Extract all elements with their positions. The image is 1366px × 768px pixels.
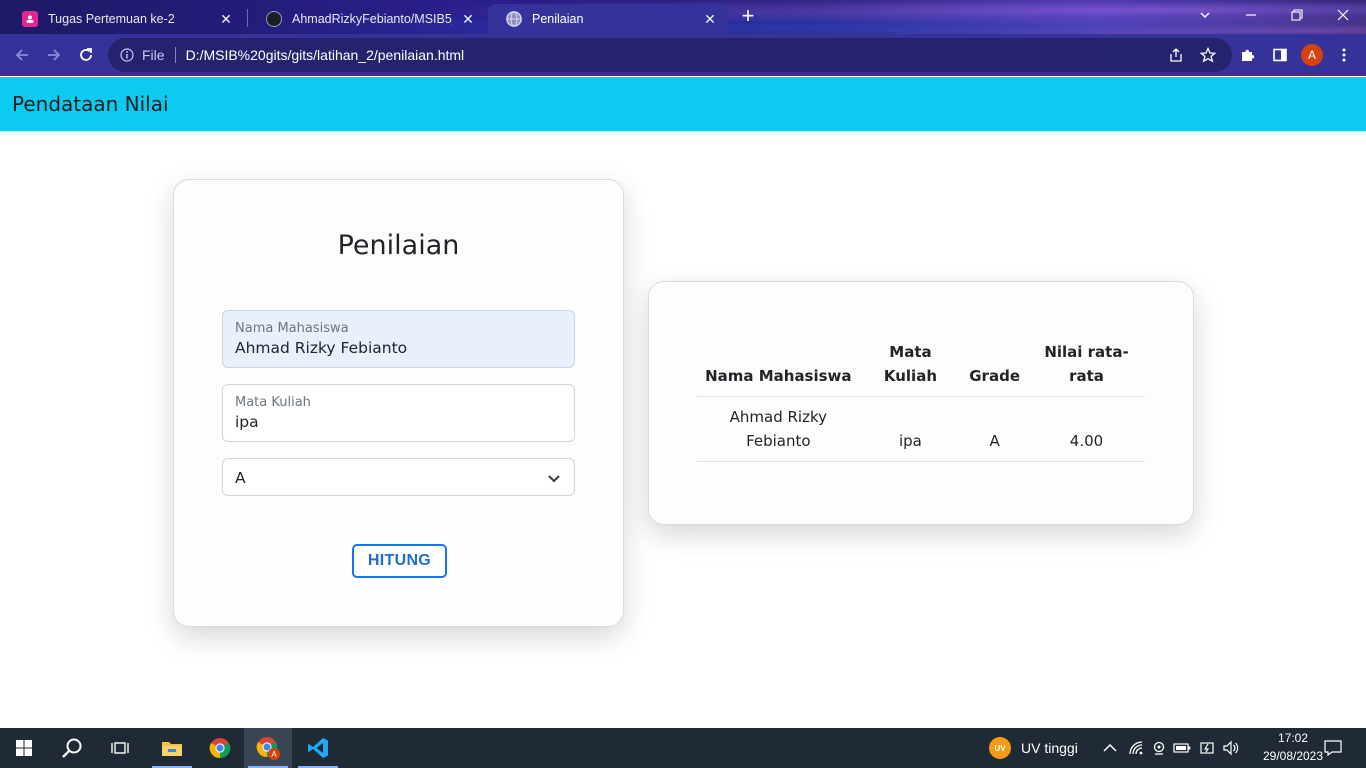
webcam-icon[interactable] — [1150, 738, 1168, 758]
wifi-icon[interactable] — [1127, 738, 1145, 758]
close-tab-icon[interactable]: ✕ — [702, 11, 718, 27]
globe-icon — [506, 11, 522, 27]
forward-arrow-icon[interactable] — [42, 43, 66, 67]
uv-weather-icon[interactable]: UV — [989, 737, 1011, 759]
table-header-row: Nama Mahasiswa Mata Kuliah Grade Nilai r… — [697, 334, 1145, 397]
new-tab-icon[interactable]: + — [737, 5, 759, 28]
nama-mahasiswa-field[interactable]: Nama Mahasiswa Ahmad Rizky Febianto — [222, 310, 575, 368]
cell-nama-mahasiswa: Ahmad Rizky Febianto — [697, 396, 860, 462]
tab-title: AhmadRizkyFebianto/MSIB5_Lati — [292, 12, 452, 26]
weather-text[interactable]: UV tinggi — [1021, 740, 1078, 756]
form-title: Penilaian — [337, 230, 460, 261]
result-card: Nama Mahasiswa Mata Kuliah Grade Nilai r… — [648, 281, 1194, 525]
side-panel-icon[interactable] — [1268, 43, 1292, 67]
minimize-icon[interactable] — [1228, 0, 1274, 30]
mata-kuliah-field[interactable]: Mata Kuliah ipa — [222, 384, 575, 442]
nama-mahasiswa-label: Nama Mahasiswa — [235, 321, 349, 336]
file-scheme-label: File — [142, 47, 165, 63]
back-arrow-icon[interactable] — [10, 43, 34, 67]
svg-text:A: A — [271, 750, 277, 759]
reload-icon[interactable] — [74, 43, 98, 67]
page-navbar: Pendataan Nilai — [0, 77, 1366, 131]
github-icon — [266, 11, 282, 27]
hitung-button[interactable]: HITUNG — [352, 544, 447, 578]
search-icon[interactable] — [48, 728, 96, 768]
info-icon[interactable] — [120, 48, 134, 62]
browser-toolbar: File D:/MSIB%20gits/gits/latihan_2/penil… — [0, 34, 1366, 76]
header-nilai-rata-rata: Nilai rata-rata — [1028, 334, 1145, 397]
notification-icon[interactable] — [1323, 738, 1343, 758]
tab-penilaian[interactable]: Penilaian ✕ — [488, 4, 728, 34]
header-nama-mahasiswa: Nama Mahasiswa — [697, 334, 860, 397]
clock-time[interactable]: 17:02 — [1265, 731, 1321, 745]
grade-select[interactable]: A — [222, 458, 575, 496]
table-row: Ahmad Rizky Febianto ipa A 4.00 — [697, 396, 1145, 462]
restore-icon[interactable] — [1274, 0, 1320, 30]
cell-nilai-rata-rata: 4.00 — [1028, 396, 1145, 462]
chevron-up-icon[interactable] — [1101, 738, 1119, 758]
mata-kuliah-value[interactable]: ipa — [235, 413, 259, 431]
header-grade: Grade — [961, 334, 1028, 397]
profile-avatar[interactable]: A — [1301, 44, 1323, 66]
navbar-brand[interactable]: Pendataan Nilai — [12, 92, 169, 116]
extensions-puzzle-icon[interactable] — [1236, 43, 1260, 67]
browser-tab-bar: Tugas Pertemuan ke-2 ✕ AhmadRizkyFebiant… — [0, 0, 1366, 34]
mata-kuliah-label: Mata Kuliah — [235, 395, 311, 410]
header-mata-kuliah: Mata Kuliah — [859, 334, 962, 397]
power-plugged-icon[interactable] — [1198, 738, 1216, 758]
address-url[interactable]: D:/MSIB%20gits/gits/latihan_2/penilaian.… — [186, 47, 465, 63]
tab-tugas-pertemuan[interactable]: Tugas Pertemuan ke-2 ✕ — [4, 4, 244, 34]
address-divider — [174, 47, 176, 63]
chevron-down-icon — [548, 475, 560, 483]
grade-selected-value: A — [235, 469, 246, 487]
close-tab-icon[interactable]: ✕ — [460, 11, 476, 27]
file-explorer-icon[interactable] — [148, 728, 196, 768]
address-bar[interactable]: File D:/MSIB%20gits/gits/latihan_2/penil… — [108, 38, 1232, 72]
classroom-icon — [22, 11, 38, 27]
cell-mata-kuliah: ipa — [859, 396, 962, 462]
volume-icon[interactable] — [1222, 738, 1240, 758]
result-table: Nama Mahasiswa Mata Kuliah Grade Nilai r… — [697, 334, 1145, 462]
chrome-icon[interactable] — [196, 728, 244, 768]
chrome-profile-icon[interactable]: A — [244, 728, 292, 768]
tab-search-chevron-icon[interactable] — [1182, 0, 1228, 30]
form-card: Penilaian Nama Mahasiswa Ahmad Rizky Feb… — [173, 179, 624, 627]
nama-mahasiswa-value[interactable]: Ahmad Rizky Febianto — [235, 339, 407, 357]
vscode-icon[interactable] — [294, 728, 342, 768]
share-icon[interactable] — [1164, 43, 1188, 67]
tab-title: Tugas Pertemuan ke-2 — [48, 12, 175, 26]
more-menu-icon[interactable] — [1332, 43, 1356, 67]
battery-icon[interactable] — [1173, 738, 1191, 758]
tab-github[interactable]: AhmadRizkyFebianto/MSIB5_Lati ✕ — [248, 4, 486, 34]
close-window-icon[interactable] — [1320, 0, 1366, 30]
close-tab-icon[interactable]: ✕ — [218, 11, 234, 27]
bookmark-star-icon[interactable] — [1196, 43, 1220, 67]
task-view-icon[interactable] — [96, 728, 144, 768]
windows-start-icon[interactable] — [0, 728, 48, 768]
cell-grade: A — [961, 396, 1028, 462]
tab-title: Penilaian — [532, 12, 584, 26]
